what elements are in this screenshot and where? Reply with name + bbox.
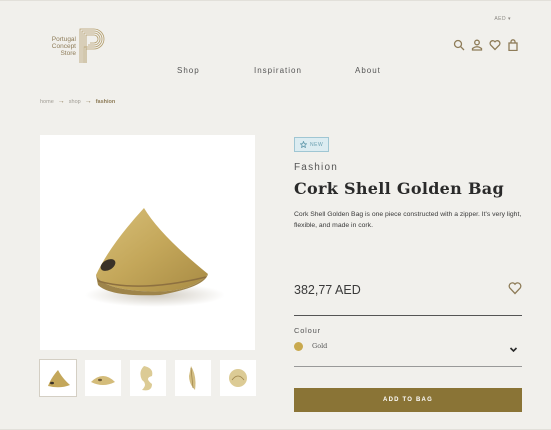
colour-select[interactable]: Gold (294, 340, 522, 353)
product-price: 382,77 AED (294, 283, 361, 297)
colour-label: Colour (294, 326, 321, 335)
heart-icon[interactable] (489, 38, 501, 51)
price-row: 382,77 AED (294, 281, 522, 297)
search-icon[interactable] (453, 38, 465, 51)
colour-value: Gold (312, 342, 328, 350)
star-icon (300, 141, 307, 148)
nav-inspiration[interactable]: Inspiration (254, 66, 302, 75)
colour-swatch (294, 341, 303, 351)
divider (294, 315, 522, 316)
thumbnail-5[interactable] (220, 360, 256, 396)
main-nav: Shop Inspiration About (0, 66, 551, 78)
breadcrumb: home → shop → fashion (40, 98, 115, 105)
nav-shop[interactable]: Shop (177, 66, 200, 75)
logo-line-3: Store (60, 49, 76, 57)
thumbnail-strip (39, 359, 256, 397)
breadcrumb-shop[interactable]: shop (69, 99, 81, 105)
breadcrumb-current: fashion (95, 98, 116, 105)
header-icons (453, 38, 519, 52)
chevron-down-icon[interactable] (509, 341, 518, 353)
logo-text: Portugal Concept Store (40, 36, 78, 57)
product-main-image[interactable] (40, 135, 255, 350)
logo-line-1: Portugal (51, 35, 76, 43)
product-description: Cork Shell Golden Bag is one piece const… (294, 211, 522, 229)
logo-mark-icon (79, 28, 105, 63)
thumbnail-1[interactable] (39, 359, 77, 397)
add-to-bag-button[interactable]: ADD TO BAG (294, 388, 522, 412)
cork-bag-image (85, 208, 225, 307)
breadcrumb-home[interactable]: home (40, 99, 54, 105)
wishlist-heart-icon[interactable] (508, 281, 522, 295)
product-details: NEW Fashion Cork Shell Golden Bag Cork S… (294, 135, 522, 412)
nav-about[interactable]: About (355, 66, 381, 75)
logo[interactable]: Portugal Concept Store (40, 26, 112, 66)
product-category: Fashion (294, 162, 338, 173)
thumbnail-2[interactable] (85, 360, 121, 396)
badge-label: NEW (310, 141, 324, 148)
thumbnail-3[interactable] (130, 360, 166, 396)
product-title: Cork Shell Golden Bag (294, 179, 504, 198)
bag-icon[interactable] (507, 38, 519, 52)
currency-selector[interactable]: AED ▾ (494, 16, 511, 22)
divider (294, 366, 522, 367)
new-badge: NEW (294, 137, 330, 152)
thumbnail-4[interactable] (175, 360, 211, 396)
user-icon[interactable] (471, 38, 483, 51)
arrow-right-icon: → (57, 98, 65, 105)
logo-line-2: Concept (51, 42, 76, 50)
arrow-right-icon: → (84, 98, 92, 105)
